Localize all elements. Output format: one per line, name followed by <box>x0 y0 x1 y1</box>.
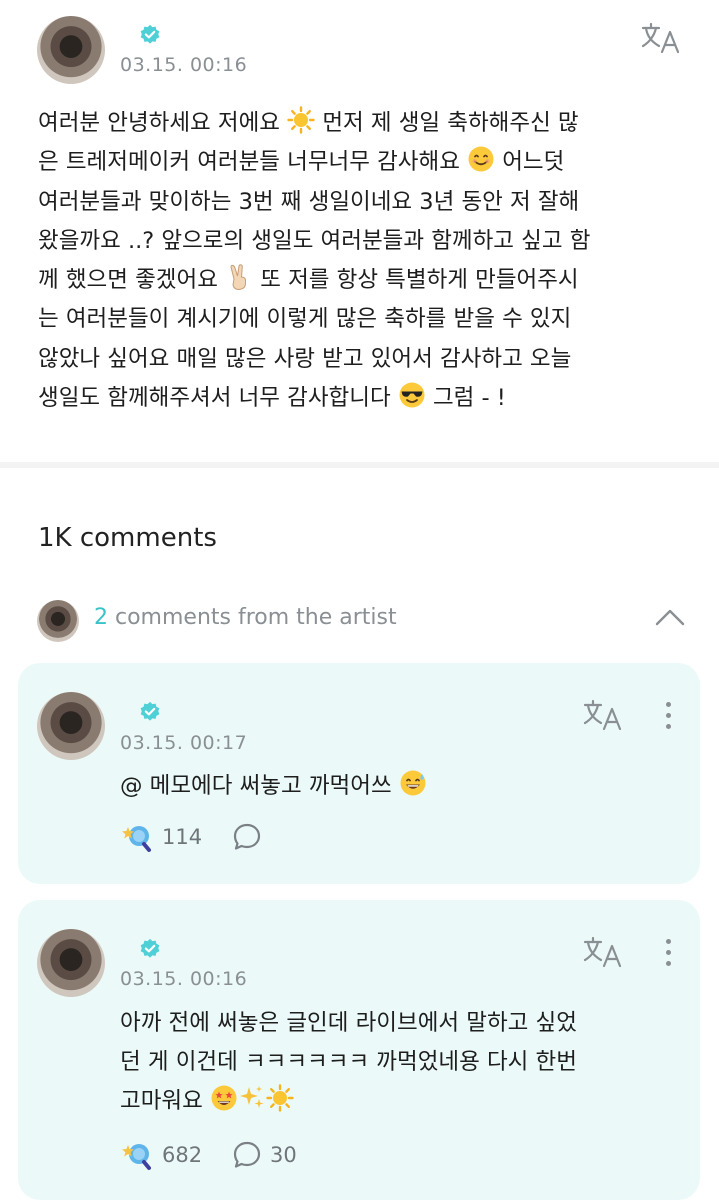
artist-comments-count: 2 <box>94 605 108 630</box>
section-divider <box>0 462 719 468</box>
post-line: 생일도 함께해주셔서 너무 감사합니다 그럼 - ! <box>38 379 688 418</box>
artist-comments-avatar <box>37 600 79 642</box>
like-count: 114 <box>162 825 203 849</box>
artist-comments-label: comments from the artist <box>108 605 397 630</box>
more-options-icon[interactable] <box>664 939 672 972</box>
post-line: 여러분들과 맞이하는 3번 째 생일이네요 3년 동안 저 잘해 <box>38 183 688 222</box>
post-line: 않았나 싶어요 매일 많은 사랑 받고 있어서 감사하고 오늘 <box>38 340 688 379</box>
post-text-segment: 그럼 - ! <box>425 385 506 412</box>
comment-line: 아까 전에 써놓은 글인데 라이브에서 말하고 싶었 <box>120 1010 577 1036</box>
sunglasses-emoji <box>398 381 426 409</box>
comment-date: 03.15. 00:16 <box>120 968 248 990</box>
post-text-segment: 는 여러분들이 계시기에 이렇게 많은 축하를 받을 수 있지 <box>38 306 572 333</box>
victory-hand-emoji <box>225 263 253 291</box>
post-date: 03.15. 00:16 <box>120 54 248 76</box>
translate-icon[interactable] <box>640 22 682 54</box>
comment-line: 던 게 이건데 ㅋㅋㅋㅋㅋㅋ 까먹었네용 다시 한번 <box>120 1049 577 1075</box>
comment-text-segment: @ 메모에다 써놓고 까먹어쓰 <box>120 773 399 799</box>
comment-author-avatar[interactable] <box>37 692 105 760</box>
sun-emoji <box>266 1084 294 1112</box>
comments-count: 1K comments <box>38 523 217 553</box>
post-text-segment: 먼저 제 생일 축하해주신 많 <box>315 110 579 136</box>
reply-bubble-icon[interactable] <box>232 1140 262 1170</box>
sun-emoji <box>287 106 315 134</box>
translate-icon[interactable] <box>582 936 624 968</box>
post-line: 은 트레저메이커 여러분들 너무너무 감사해요 어느덧 <box>38 143 688 182</box>
artist-comments-toggle[interactable]: 2 comments from the artist <box>94 605 397 630</box>
comment-date: 03.15. 00:17 <box>120 732 248 754</box>
post-text-segment: 또 저를 항상 특별하게 만들어주시 <box>253 267 579 294</box>
post-line: 여러분 안녕하세요 저에요 먼저 제 생일 축하해주신 많 <box>38 104 688 143</box>
sparkles-emoji <box>238 1084 266 1112</box>
post-line: 께 했으면 좋겠어요 또 저를 항상 특별하게 만들어주시 <box>38 261 688 300</box>
post-text-segment: 않았나 싶어요 매일 많은 사랑 받고 있어서 감사하고 오늘 <box>38 345 572 372</box>
like-light-stick-icon[interactable] <box>120 821 152 853</box>
like-count: 682 <box>162 1143 203 1167</box>
comment-text: @ 메모에다 써놓고 까먹어쓰 <box>120 767 680 806</box>
post-text-segment: 은 트레저메이커 여러분들 너무너무 감사해요 <box>38 149 468 176</box>
reply-bubble-icon[interactable] <box>232 822 262 852</box>
grinning-sweat-emoji <box>399 769 427 797</box>
post-line: 왔을까요 ..? 앞으로의 생일도 여러분들과 함께하고 싶고 함 <box>38 222 688 261</box>
post-text-segment: 여러분 안녕하세요 저에요 <box>38 110 288 136</box>
smiling-face-emoji <box>467 145 495 173</box>
comment-text-segment: 고마워요 <box>120 1088 210 1114</box>
translate-icon[interactable] <box>582 699 624 731</box>
verified-badge-icon <box>139 938 161 960</box>
post-body: 여러분 안녕하세요 저에요 먼저 제 생일 축하해주신 많 은 트레저메이커 여… <box>38 104 688 418</box>
star-struck-emoji <box>210 1084 238 1112</box>
post-text-segment: 어느덧 <box>495 149 565 176</box>
reply-count: 30 <box>270 1143 297 1167</box>
post-text-segment: 께 했으면 좋겠어요 <box>38 267 226 294</box>
post-text-segment: 왔을까요 ..? 앞으로의 생일도 여러분들과 함께하고 싶고 함 <box>38 227 591 254</box>
post-text-segment: 여러분들과 맞이하는 3번 째 생일이네요 3년 동안 저 잘해 <box>38 188 580 215</box>
verified-badge-icon <box>139 24 161 46</box>
like-light-stick-icon[interactable] <box>120 1139 152 1171</box>
comment-line: 고마워요 <box>120 1082 680 1121</box>
post-text-segment: 생일도 함께해주셔서 너무 감사합니다 <box>38 385 398 412</box>
post-author-avatar[interactable] <box>37 16 105 84</box>
verified-badge-icon <box>139 701 161 723</box>
comment-text: 아까 전에 써놓은 글인데 라이브에서 말하고 싶었 던 게 이건데 ㅋㅋㅋㅋㅋ… <box>120 1004 680 1121</box>
chevron-up-icon[interactable] <box>655 607 685 627</box>
comment-author-avatar[interactable] <box>37 929 105 997</box>
post-line: 는 여러분들이 계시기에 이렇게 많은 축하를 받을 수 있지 <box>38 300 688 339</box>
more-options-icon[interactable] <box>664 702 672 735</box>
